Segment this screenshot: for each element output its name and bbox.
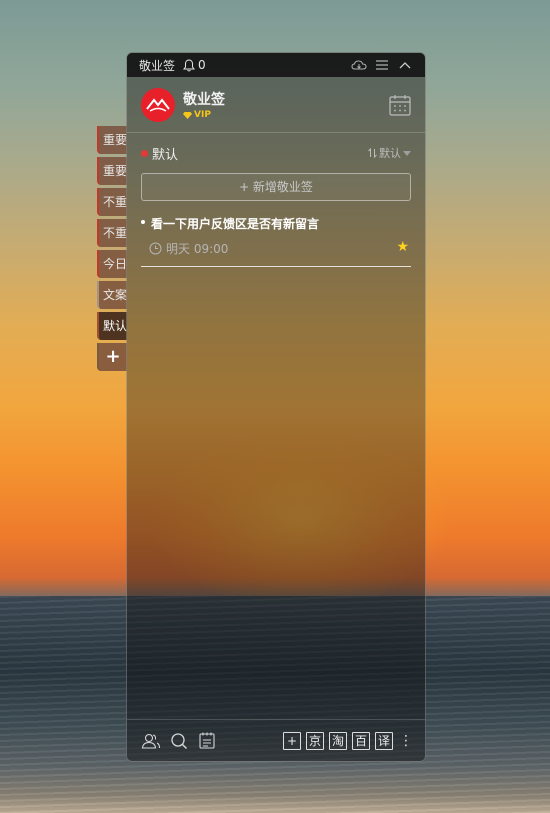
- clock-icon: [149, 242, 162, 255]
- bell-icon: [183, 58, 196, 71]
- notification-button[interactable]: 0: [183, 58, 206, 72]
- contacts-icon[interactable]: [141, 731, 161, 751]
- jd-shortcut-button[interactable]: 京: [306, 731, 324, 750]
- bottom-toolbar: + 京 淘 百 译 ⋮: [127, 719, 425, 761]
- calendar-icon[interactable]: [389, 94, 411, 116]
- note-item[interactable]: 看一下用户反馈区是否有新留言 明天 09:00 ★: [141, 215, 411, 267]
- add-tab-button[interactable]: +: [97, 343, 127, 371]
- add-note-button[interactable]: + 新增敬业签: [141, 173, 411, 201]
- tab-not-important-1[interactable]: 不重: [97, 188, 127, 216]
- vip-badge[interactable]: VIP: [183, 110, 225, 120]
- collapse-icon[interactable]: [397, 57, 413, 73]
- avatar[interactable]: [141, 87, 175, 122]
- window-title: 敬业签: [139, 58, 176, 73]
- tab-today[interactable]: 今日: [97, 250, 127, 278]
- note-bullet: [141, 220, 145, 224]
- note-text: 看一下用户反馈区是否有新留言: [151, 217, 320, 231]
- sort-label: 默认: [379, 147, 401, 160]
- diamond-icon: [183, 111, 192, 119]
- tab-copywriting[interactable]: 文案: [97, 281, 127, 309]
- tab-important-1[interactable]: 重要: [97, 126, 127, 154]
- app-logo-icon: [146, 97, 170, 112]
- caret-down-icon: [403, 150, 411, 156]
- star-icon[interactable]: ★: [396, 239, 409, 255]
- menu-icon[interactable]: [374, 57, 390, 73]
- notification-count: 0: [198, 58, 206, 72]
- more-options-icon[interactable]: ⋮: [399, 734, 413, 748]
- sort-dropdown[interactable]: 默认: [368, 145, 411, 161]
- notes-panel: 敬业签 0 敬业签 VIP 默认 默认 + 新增敬业签 看一下用户反馈区是否有新…: [126, 52, 426, 762]
- title-bar: 敬业签 0: [127, 53, 425, 77]
- group-header: 默认 默认: [127, 133, 425, 173]
- notebook-icon[interactable]: [197, 731, 217, 751]
- tab-not-important-2[interactable]: 不重: [97, 219, 127, 247]
- baidu-shortcut-button[interactable]: 百: [352, 731, 370, 750]
- taobao-shortcut-button[interactable]: 淘: [329, 731, 347, 750]
- sort-icon: [368, 148, 377, 158]
- search-icon[interactable]: [169, 731, 189, 751]
- tab-default[interactable]: 默认: [97, 312, 127, 340]
- add-shortcut-button[interactable]: +: [283, 731, 301, 750]
- group-name: 默认: [152, 147, 179, 163]
- user-name: 敬业签: [183, 92, 225, 108]
- group-color-dot: [141, 149, 148, 157]
- translate-shortcut-button[interactable]: 译: [375, 731, 393, 750]
- note-reminder-time: 明天 09:00: [166, 242, 229, 256]
- user-profile: 敬业签 VIP: [127, 77, 425, 133]
- vip-label: VIP: [194, 110, 211, 120]
- tab-important-2[interactable]: 重要: [97, 157, 127, 185]
- cloud-sync-icon[interactable]: [351, 57, 367, 73]
